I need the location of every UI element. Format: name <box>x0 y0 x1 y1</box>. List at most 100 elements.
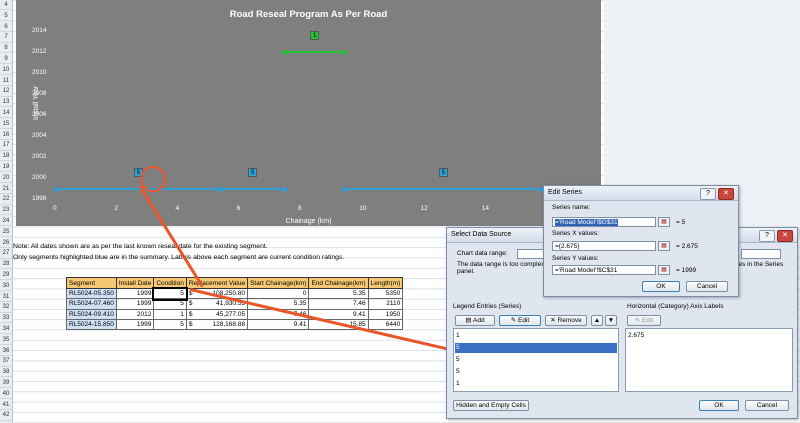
row-number[interactable]: 21 <box>0 184 12 194</box>
range-select-icon[interactable]: ▦ <box>658 217 670 227</box>
segment-table[interactable]: Segment Install Date Condition Replaceme… <box>66 277 404 331</box>
axis-label-item[interactable]: 2.675 <box>628 331 644 341</box>
cell-dollar-sign[interactable]: $ <box>185 298 196 310</box>
cell-length[interactable]: 1950 <box>367 308 404 320</box>
row-number[interactable]: 39 <box>0 378 12 389</box>
cell-length[interactable]: 5350 <box>367 287 404 300</box>
help-button[interactable]: ? <box>700 188 716 200</box>
cancel-button[interactable]: Cancel <box>745 400 789 411</box>
row-number[interactable]: 6 <box>0 22 12 32</box>
cell-start-chainage[interactable]: 0 <box>247 287 310 300</box>
series-x-input[interactable]: ={2.675} <box>552 241 656 251</box>
row-number[interactable]: 19 <box>0 162 12 173</box>
cell-segment[interactable]: RL5024-09.410 <box>66 308 117 320</box>
row-number[interactable]: 17 <box>0 140 12 151</box>
row-number[interactable]: 4 <box>0 0 12 11</box>
data-label[interactable]: 5 <box>248 167 258 177</box>
ok-button[interactable]: OK <box>642 281 680 292</box>
row-number[interactable]: 30 <box>0 281 12 292</box>
row-number[interactable]: 23 <box>0 205 12 216</box>
row-number[interactable]: 29 <box>0 270 12 281</box>
cancel-button[interactable]: Cancel <box>686 281 728 292</box>
range-select-icon[interactable]: ▦ <box>658 241 670 251</box>
row-number[interactable]: 35 <box>0 335 12 346</box>
help-button[interactable]: ? <box>759 230 775 242</box>
add-series-button[interactable]: ▤ Add <box>455 315 495 326</box>
edit-series-dialog[interactable]: Edit Series ? ✕ Series name: ='Road Mode… <box>543 185 739 297</box>
series-line[interactable] <box>284 51 345 53</box>
cell-install-date[interactable]: 1999 <box>115 287 155 300</box>
series-line[interactable] <box>344 187 542 190</box>
row-number[interactable]: 26 <box>0 238 12 248</box>
series-list-item[interactable]: 5 <box>456 367 460 377</box>
row-number[interactable]: 11 <box>0 76 12 86</box>
row-number[interactable]: 7 <box>0 32 12 43</box>
cell-install-date[interactable]: 1999 <box>115 318 155 331</box>
cell-condition[interactable]: 5 <box>153 298 187 310</box>
chart-area[interactable]: Road Reseal Program As Per Road Install … <box>16 0 601 226</box>
row-number[interactable]: 15 <box>0 119 12 130</box>
series-point[interactable] <box>342 186 348 192</box>
series-point[interactable] <box>217 186 223 192</box>
series-line[interactable] <box>219 187 285 190</box>
series-list-item[interactable]: 1 <box>456 379 460 389</box>
row-number[interactable]: 37 <box>0 356 12 367</box>
cell-end-chainage[interactable]: 5.35 <box>308 287 369 300</box>
data-label[interactable]: 1 <box>310 31 320 40</box>
row-number[interactable]: 16 <box>0 130 12 140</box>
series-point[interactable] <box>282 186 288 192</box>
series-list-item[interactable]: 1 <box>456 331 460 341</box>
cell-replacement-value[interactable]: 45,277.05 <box>195 308 249 320</box>
series-point[interactable] <box>342 50 348 55</box>
row-number[interactable]: 10 <box>0 65 12 76</box>
row-number[interactable]: 36 <box>0 346 12 356</box>
series-list[interactable]: 1 5 5 5 1 <box>453 328 619 392</box>
cell-condition[interactable]: 5 <box>151 286 189 301</box>
cell-length[interactable]: 6440 <box>367 318 404 331</box>
row-number[interactable]: 40 <box>0 389 12 400</box>
series-list-item[interactable]: 5 <box>456 355 460 365</box>
axis-edit-button[interactable]: ✎ Edit <box>627 315 661 326</box>
cell-segment[interactable]: RL5024-15.850 <box>66 318 117 331</box>
row-number[interactable]: 24 <box>0 216 12 227</box>
series-name-input[interactable]: ='Road Model'!$G$31 <box>552 217 656 227</box>
cell-segment[interactable]: RL5024-07.460 <box>66 298 117 310</box>
row-number[interactable]: 18 <box>0 151 12 162</box>
row-number[interactable]: 20 <box>0 173 12 184</box>
chart-data-range-input-right[interactable] <box>741 249 781 259</box>
row-number[interactable]: 14 <box>0 108 12 119</box>
data-label[interactable]: 5 <box>438 167 448 177</box>
row-number[interactable]: 32 <box>0 302 12 313</box>
move-down-button[interactable]: ▼ <box>605 315 617 326</box>
row-number[interactable]: 25 <box>0 227 12 238</box>
row-number[interactable]: 41 <box>0 400 12 410</box>
axis-labels-list[interactable]: 2.675 <box>625 328 793 392</box>
row-number[interactable]: 5 <box>0 11 12 22</box>
close-button[interactable]: ✕ <box>718 188 734 200</box>
close-button[interactable]: ✕ <box>777 230 793 242</box>
cell-condition[interactable]: 5 <box>153 318 187 331</box>
row-number[interactable]: 12 <box>0 86 12 97</box>
row-number[interactable]: 33 <box>0 313 12 324</box>
cell-segment[interactable]: RL5024-05.350 <box>66 287 117 300</box>
table-row[interactable]: RL5024-09.41020121$45,277.057.469.411950 <box>66 308 404 320</box>
cell-start-chainage[interactable]: 9.41 <box>247 318 310 331</box>
cell-condition[interactable]: 1 <box>153 308 187 320</box>
cell-install-date[interactable]: 1999 <box>115 298 155 310</box>
row-number[interactable]: 22 <box>0 194 12 205</box>
row-number[interactable]: 13 <box>0 97 12 108</box>
cell-install-date[interactable]: 2012 <box>115 308 155 320</box>
series-y-input[interactable]: ='Road Model'!$C$31 <box>552 265 656 275</box>
remove-series-button[interactable]: ✕ Remove <box>545 315 587 326</box>
series-line[interactable] <box>56 187 220 190</box>
row-number[interactable]: 28 <box>0 259 12 270</box>
cell-dollar-sign[interactable]: $ <box>185 308 196 320</box>
table-row[interactable]: RL5024-05.350 1999 5 $108,250.80 0 5.35 5350 <box>66 286 404 301</box>
row-number[interactable]: 27 <box>0 248 12 259</box>
row-number[interactable]: 8 <box>0 43 12 54</box>
row-number[interactable]: 9 <box>0 54 12 65</box>
ok-button[interactable]: OK <box>699 400 739 411</box>
row-number[interactable]: 34 <box>0 324 12 335</box>
series-point[interactable] <box>54 186 59 192</box>
cell-length[interactable]: 2110 <box>367 298 404 310</box>
